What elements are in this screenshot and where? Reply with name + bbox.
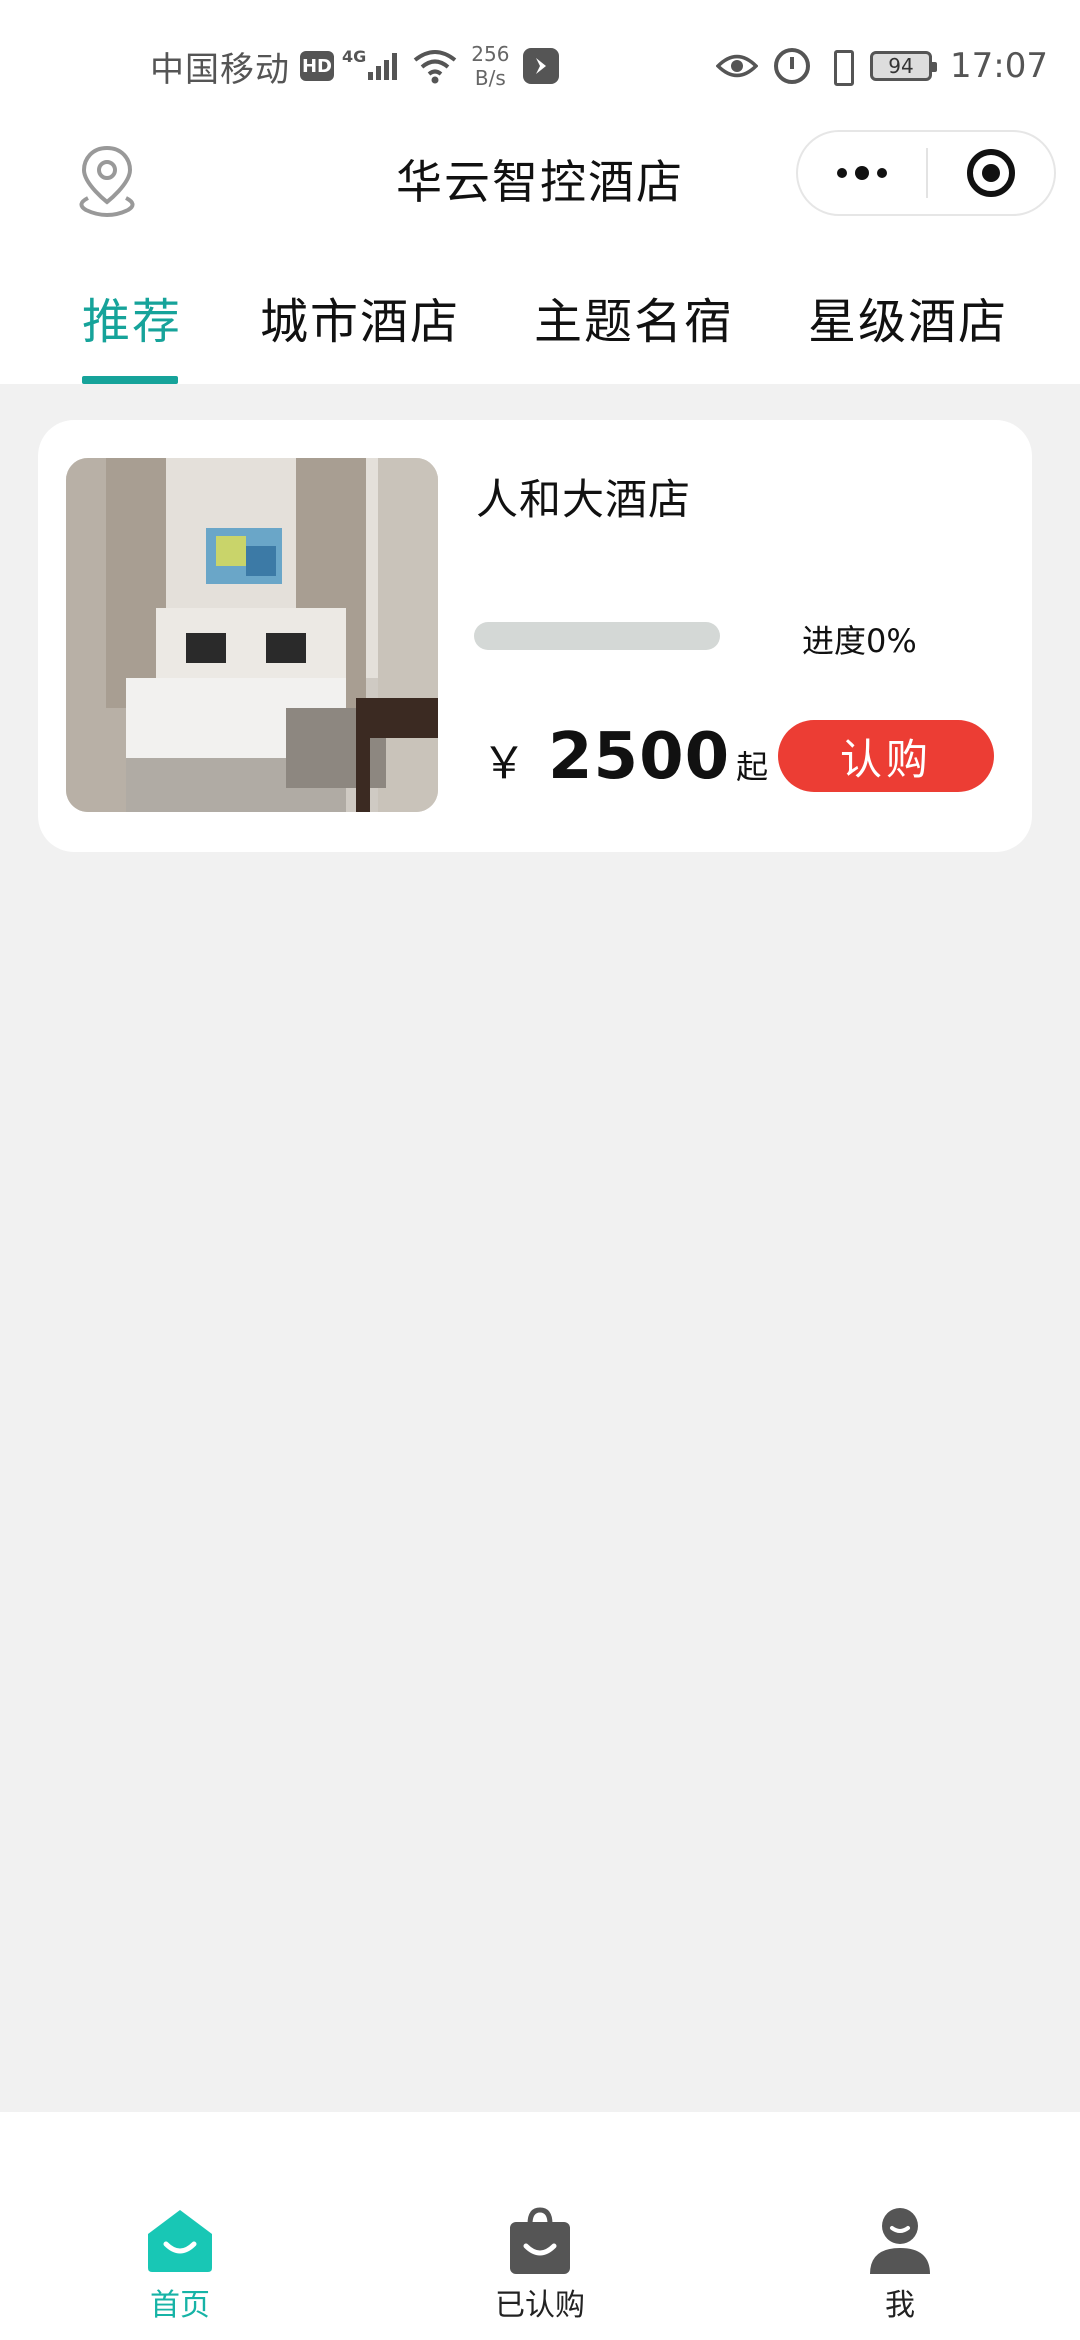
alarm-icon: [774, 48, 811, 84]
carrier-name: 中国移动: [150, 49, 290, 90]
nav-subscribed[interactable]: 已认购: [450, 2204, 630, 2324]
status-bar-left: 中国移动 HD 4G 256 B/s: [150, 40, 560, 92]
vibrate-icon: [826, 48, 856, 86]
progress-label: 进度0%: [802, 622, 917, 660]
nav-home[interactable]: 首页: [90, 2204, 270, 2324]
price-value: 2500: [548, 720, 731, 794]
network-speed: 256 B/s: [471, 42, 509, 90]
hotel-card[interactable]: 人和大酒店 进度0% ￥ 2500 起 认购: [38, 420, 1032, 852]
battery-level: 94: [888, 54, 914, 78]
hotel-room-photo: [66, 458, 438, 812]
network-type: 4G: [342, 46, 367, 66]
more-dot: [855, 166, 869, 180]
nav-home-label: 首页: [150, 2288, 210, 2323]
price: ￥ 2500 起: [482, 720, 768, 794]
tab-star-hotels[interactable]: 星级酒店: [808, 282, 1008, 352]
tab-recommend[interactable]: 推荐: [82, 282, 182, 352]
currency-symbol: ￥: [482, 738, 526, 789]
user-icon: [864, 2204, 936, 2276]
title-bar: 华云智控酒店: [0, 130, 1080, 252]
subscription-progress-bar: [474, 622, 720, 650]
clock: 17:07: [950, 46, 1048, 86]
wifi-icon: [413, 48, 457, 84]
category-tabs: 推荐 城市酒店 主题名宿 星级酒店: [0, 252, 1080, 384]
bottom-nav: 首页 已认购 我: [0, 2112, 1080, 2340]
hotel-image[interactable]: [66, 458, 438, 812]
more-menu-button[interactable]: [798, 132, 926, 214]
network-speed-unit: B/s: [474, 66, 506, 90]
nav-subscribed-label: 已认购: [495, 2288, 585, 2323]
mini-program-capsule: [796, 130, 1056, 216]
network-speed-value: 256: [471, 42, 510, 66]
close-mini-program-button[interactable]: [928, 132, 1054, 214]
status-bar: 中国移动 HD 4G 256 B/s 94 17:07: [0, 0, 1080, 132]
battery-icon: 94: [870, 51, 938, 81]
signal-icon: [368, 52, 398, 80]
active-tab-indicator: [82, 376, 178, 384]
target-icon: [967, 149, 1015, 197]
app-screen: 中国移动 HD 4G 256 B/s 94 17:07 华云智控酒店 推荐 城市…: [0, 0, 1080, 2340]
tab-theme-homestays[interactable]: 主题名宿: [534, 282, 734, 352]
app-notification-icon: [523, 48, 560, 84]
eye-comfort-icon: [715, 51, 759, 81]
more-dots-icon: [837, 168, 847, 178]
price-suffix: 起: [736, 748, 769, 786]
hd-badge: HD: [300, 51, 334, 81]
tab-city-hotels[interactable]: 城市酒店: [260, 282, 460, 352]
home-icon: [144, 2204, 216, 2276]
more-dot: [877, 168, 887, 178]
shopping-bag-icon: [504, 2204, 576, 2276]
status-bar-right: 94 17:07: [715, 40, 1048, 92]
subscribe-button[interactable]: 认购: [778, 720, 994, 792]
nav-profile[interactable]: 我: [810, 2204, 990, 2324]
nav-profile-label: 我: [885, 2288, 915, 2323]
hotel-name[interactable]: 人和大酒店: [476, 466, 691, 527]
